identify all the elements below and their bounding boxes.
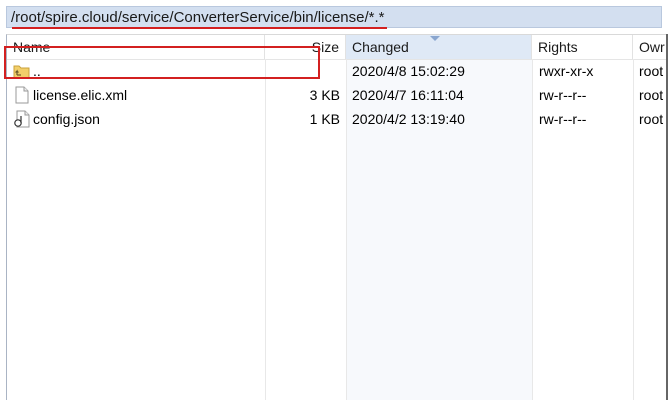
column-header-changed-label: Changed: [352, 39, 409, 55]
file-owner: root: [639, 111, 664, 127]
file-rights: rw-r--r--: [539, 111, 587, 127]
annotation-underline: [12, 27, 387, 29]
column-header-row: Name Size Changed Rights Owr: [7, 35, 668, 60]
parent-folder-icon: [13, 62, 31, 80]
file-changed: 2020/4/8 15:02:29: [352, 63, 465, 79]
file-name: license.elic.xml: [33, 87, 128, 103]
file-changed: 2020/4/7 16:11:04: [352, 87, 464, 103]
column-header-rights-label: Rights: [538, 39, 578, 55]
table-row[interactable]: license.elic.xml 3 KB 2020/4/7 16:11:04 …: [7, 83, 668, 107]
column-header-size-label: Size: [311, 39, 339, 55]
sort-descending-icon: [430, 35, 440, 44]
file-name: config.json: [33, 111, 100, 127]
column-header-name[interactable]: Name: [7, 35, 265, 59]
column-header-name-label: Name: [13, 39, 51, 55]
file-name: ..: [33, 63, 41, 79]
file-list-panel: Name Size Changed Rights Owr .. 2020/4/8…: [6, 34, 668, 400]
file-size: 1 KB: [309, 111, 340, 127]
column-header-owner-label: Owr: [639, 39, 665, 55]
path-text: /root/spire.cloud/service/ConverterServi…: [11, 9, 385, 26]
path-bar: /root/spire.cloud/service/ConverterServi…: [0, 0, 668, 34]
column-header-changed[interactable]: Changed: [346, 35, 532, 59]
column-header-rights[interactable]: Rights: [532, 35, 633, 59]
table-row[interactable]: config.json 1 KB 2020/4/2 13:19:40 rw-r-…: [7, 107, 668, 131]
file-changed: 2020/4/2 13:19:40: [352, 111, 465, 127]
file-rights: rwxr-xr-x: [539, 63, 594, 79]
file-rights: rw-r--r--: [539, 87, 587, 103]
json-file-icon: [13, 110, 31, 128]
column-header-size[interactable]: Size: [265, 35, 346, 59]
file-size: 3 KB: [309, 87, 340, 103]
file-icon: [13, 86, 31, 104]
file-owner: root: [639, 63, 664, 79]
file-owner: root: [639, 87, 664, 103]
column-header-owner[interactable]: Owr: [633, 35, 668, 59]
file-size: [265, 59, 340, 83]
path-field[interactable]: /root/spire.cloud/service/ConverterServi…: [6, 6, 662, 28]
table-row[interactable]: .. 2020/4/8 15:02:29 rwxr-xr-x root: [7, 59, 668, 83]
